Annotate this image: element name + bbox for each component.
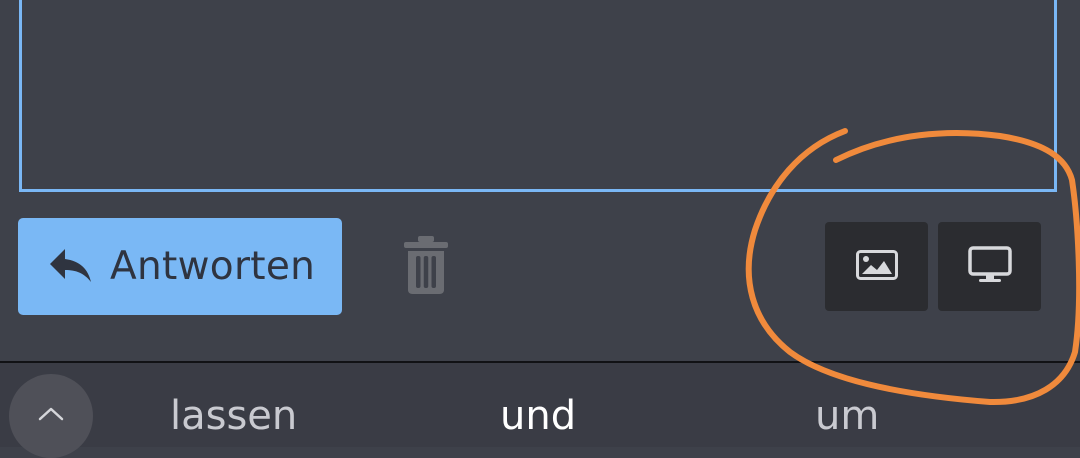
image-icon: [855, 249, 898, 284]
reply-text-area[interactable]: [19, 0, 1057, 192]
reply-button-label: Antworten: [110, 244, 316, 289]
reply-button[interactable]: Antworten: [18, 218, 342, 315]
monitor-icon: [967, 245, 1012, 288]
reply-arrow-icon: [48, 247, 94, 287]
screen-view-button[interactable]: [938, 222, 1041, 311]
delete-button[interactable]: [396, 236, 456, 298]
suggestion-word[interactable]: und: [500, 390, 576, 442]
suggestion-word[interactable]: lassen: [170, 390, 297, 442]
suggestion-word[interactable]: um: [815, 390, 879, 442]
keyboard-expand-button[interactable]: [9, 374, 93, 458]
insert-image-button[interactable]: [825, 222, 928, 311]
trash-icon: [401, 235, 451, 299]
chevron-up-icon: [37, 407, 65, 426]
